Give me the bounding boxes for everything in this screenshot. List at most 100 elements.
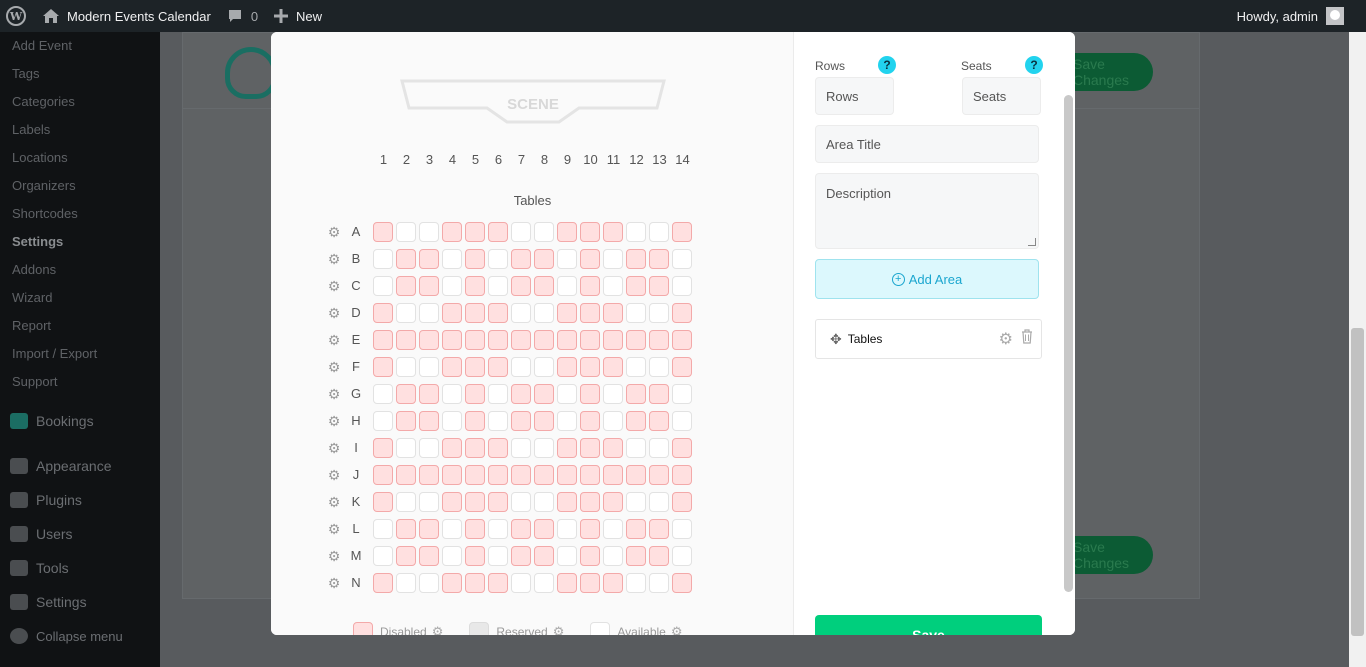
seat-disabled[interactable]: [511, 383, 531, 404]
save-button[interactable]: Save: [815, 615, 1042, 635]
sidebar-item-appearance[interactable]: Appearance: [0, 449, 160, 483]
seat-disabled[interactable]: [419, 248, 439, 269]
seat-available[interactable]: [534, 437, 554, 458]
seat-disabled[interactable]: [396, 545, 416, 566]
seat-disabled[interactable]: [580, 275, 600, 296]
seat-available[interactable]: [511, 491, 531, 512]
seat-disabled[interactable]: [465, 221, 485, 242]
seat-disabled[interactable]: [419, 329, 439, 350]
seat-disabled[interactable]: [626, 248, 646, 269]
seat-disabled[interactable]: [557, 437, 577, 458]
seat-available[interactable]: [373, 248, 393, 269]
seat-disabled[interactable]: [672, 572, 692, 593]
seat-disabled[interactable]: [580, 248, 600, 269]
gear-icon[interactable]: ⚙: [671, 624, 683, 635]
seat-disabled[interactable]: [672, 302, 692, 323]
seat-disabled[interactable]: [511, 275, 531, 296]
seat-disabled[interactable]: [373, 356, 393, 377]
area-title-input[interactable]: Area Title: [815, 125, 1039, 163]
sidebar-item-settings[interactable]: Settings: [0, 585, 160, 619]
seat-disabled[interactable]: [442, 329, 462, 350]
sidebar-item-tools[interactable]: Tools: [0, 551, 160, 585]
seat-disabled[interactable]: [373, 572, 393, 593]
seat-disabled[interactable]: [442, 356, 462, 377]
seat-disabled[interactable]: [373, 464, 393, 485]
seat-disabled[interactable]: [626, 275, 646, 296]
seat-disabled[interactable]: [580, 356, 600, 377]
seat-disabled[interactable]: [442, 491, 462, 512]
seat-available[interactable]: [396, 572, 416, 593]
seat-disabled[interactable]: [580, 437, 600, 458]
seat-available[interactable]: [373, 545, 393, 566]
seat-available[interactable]: [557, 545, 577, 566]
seat-disabled[interactable]: [396, 248, 416, 269]
seat-disabled[interactable]: [534, 329, 554, 350]
seat-available[interactable]: [488, 275, 508, 296]
seat-disabled[interactable]: [580, 329, 600, 350]
seat-disabled[interactable]: [534, 275, 554, 296]
seat-available[interactable]: [488, 248, 508, 269]
my-account-link[interactable]: Howdy, admin: [1229, 0, 1366, 32]
seat-disabled[interactable]: [442, 221, 462, 242]
sidebar-item-wizard[interactable]: Wizard: [0, 284, 160, 312]
seat-disabled[interactable]: [626, 545, 646, 566]
seat-disabled[interactable]: [511, 545, 531, 566]
seat-disabled[interactable]: [649, 383, 669, 404]
seat-disabled[interactable]: [465, 437, 485, 458]
sidebar-item-locations[interactable]: Locations: [0, 144, 160, 172]
seat-available[interactable]: [396, 221, 416, 242]
seat-disabled[interactable]: [626, 383, 646, 404]
gear-icon[interactable]: ⚙: [327, 576, 341, 590]
seat-available[interactable]: [672, 248, 692, 269]
seat-disabled[interactable]: [672, 329, 692, 350]
seat-available[interactable]: [419, 302, 439, 323]
seat-disabled[interactable]: [649, 545, 669, 566]
seat-available[interactable]: [649, 356, 669, 377]
seat-available[interactable]: [557, 248, 577, 269]
seat-available[interactable]: [442, 248, 462, 269]
seat-disabled[interactable]: [649, 518, 669, 539]
seat-disabled[interactable]: [672, 464, 692, 485]
seat-available[interactable]: [442, 275, 462, 296]
seat-disabled[interactable]: [419, 464, 439, 485]
seat-disabled[interactable]: [603, 464, 623, 485]
seat-disabled[interactable]: [373, 437, 393, 458]
seat-disabled[interactable]: [465, 464, 485, 485]
sidebar-item-organizers[interactable]: Organizers: [0, 172, 160, 200]
seat-available[interactable]: [511, 221, 531, 242]
sidebar-item-settings-current[interactable]: Settings: [0, 228, 160, 256]
seat-available[interactable]: [649, 491, 669, 512]
gear-icon[interactable]: ⚙: [327, 360, 341, 374]
seat-available[interactable]: [373, 383, 393, 404]
seat-available[interactable]: [672, 275, 692, 296]
seat-available[interactable]: [603, 275, 623, 296]
seat-disabled[interactable]: [396, 383, 416, 404]
gear-icon[interactable]: ⚙: [553, 624, 565, 635]
seat-available[interactable]: [557, 275, 577, 296]
seat-disabled[interactable]: [511, 248, 531, 269]
sidebar-item-shortcodes[interactable]: Shortcodes: [0, 200, 160, 228]
gear-icon[interactable]: ⚙: [327, 495, 341, 509]
seat-disabled[interactable]: [603, 302, 623, 323]
seat-available[interactable]: [534, 221, 554, 242]
seat-available[interactable]: [534, 356, 554, 377]
seat-available[interactable]: [557, 518, 577, 539]
seat-disabled[interactable]: [419, 518, 439, 539]
seat-available[interactable]: [396, 491, 416, 512]
seat-available[interactable]: [603, 248, 623, 269]
sidebar-item-support[interactable]: Support: [0, 368, 160, 396]
area-list-item[interactable]: ✥ Tables ⚙: [815, 319, 1042, 359]
seat-disabled[interactable]: [442, 302, 462, 323]
seat-disabled[interactable]: [442, 437, 462, 458]
seat-disabled[interactable]: [557, 464, 577, 485]
seat-available[interactable]: [511, 302, 531, 323]
gear-icon[interactable]: ⚙: [327, 252, 341, 266]
gear-icon[interactable]: ⚙: [327, 333, 341, 347]
sidebar-item-plugins[interactable]: Plugins: [0, 483, 160, 517]
seat-available[interactable]: [419, 356, 439, 377]
seat-disabled[interactable]: [465, 572, 485, 593]
sidebar-item-import-export[interactable]: Import / Export: [0, 340, 160, 368]
seat-disabled[interactable]: [626, 464, 646, 485]
seat-disabled[interactable]: [672, 221, 692, 242]
seat-disabled[interactable]: [488, 302, 508, 323]
